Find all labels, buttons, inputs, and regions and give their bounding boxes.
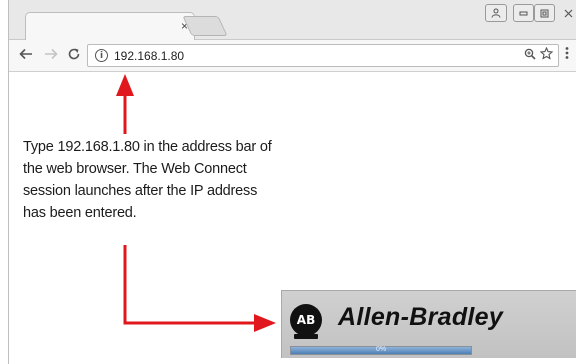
instruction-callout: Type 192.168.1.80 in the address bar of …	[23, 139, 272, 221]
tab-bar: ×	[9, 0, 576, 41]
progress-label: 0%	[375, 346, 387, 353]
allen-bradley-logo: AB	[290, 304, 322, 336]
zoom-icon[interactable]	[524, 48, 536, 63]
info-icon[interactable]: i	[95, 49, 108, 62]
user-icon	[491, 8, 501, 18]
loading-progress-bar: 0%	[290, 346, 472, 355]
menu-icon[interactable]	[565, 46, 569, 63]
user-profile-button[interactable]	[485, 4, 507, 22]
allen-bradley-splash: AB Allen-Bradley 0%	[281, 290, 576, 358]
brand-name: Allen-Bradley	[338, 303, 504, 331]
allen-bradley-logo-bar	[294, 334, 318, 339]
browser-toolbar: i 192.168.1.80	[9, 40, 576, 72]
close-window-icon	[564, 9, 572, 17]
maximize-button[interactable]	[534, 4, 555, 22]
browser-tab[interactable]: ×	[25, 12, 195, 41]
close-window-button[interactable]	[559, 4, 576, 22]
forward-arrow-icon[interactable]	[44, 47, 58, 65]
restore-icon	[540, 9, 549, 17]
address-bar[interactable]: i 192.168.1.80	[87, 44, 559, 67]
url-text[interactable]: 192.168.1.80	[114, 49, 184, 63]
minimize-icon	[519, 11, 528, 15]
star-icon[interactable]	[539, 46, 554, 63]
reload-icon[interactable]	[67, 47, 81, 64]
back-arrow-icon[interactable]	[19, 47, 33, 65]
minimize-button[interactable]	[513, 4, 534, 22]
